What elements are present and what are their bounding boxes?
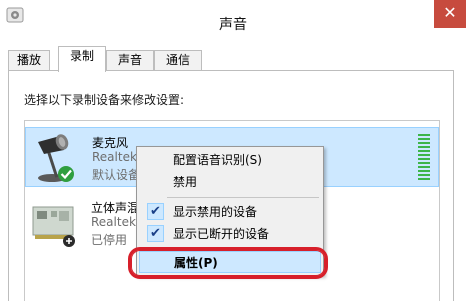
- window-title: 声音: [219, 17, 247, 33]
- menu-separator: [167, 197, 319, 198]
- tab-communications[interactable]: 通信: [154, 50, 202, 71]
- close-button[interactable]: ✕: [434, 0, 466, 28]
- device-driver: Realtek: [91, 215, 136, 229]
- menu-item-configure-speech-recognition[interactable]: 配置语音识别(S): [139, 149, 321, 171]
- instruction-text: 选择以下录制设备来修改设置:: [24, 93, 185, 107]
- level-meter: [418, 134, 430, 182]
- checkmark-icon: ✔: [147, 225, 164, 242]
- annotation-highlight-ring-inner: [131, 250, 325, 276]
- microphone-icon: [38, 134, 74, 182]
- menu-item-label: 显示禁用的设备: [173, 205, 258, 219]
- device-driver: Realtek: [92, 150, 137, 164]
- device-name: 立体声混: [91, 201, 140, 215]
- device-status: 已停用: [91, 233, 128, 247]
- checkmark-icon: ✔: [147, 203, 164, 220]
- device-name: 麦克风: [92, 136, 129, 150]
- tab-recording[interactable]: 录制: [58, 46, 106, 72]
- sound-card-icon: [32, 206, 75, 247]
- tab-strip: 播放 录制 声音 通信: [0, 44, 466, 72]
- menu-item-label: 配置语音识别(S): [173, 153, 262, 167]
- title-bar: 声音 ✕: [0, 0, 466, 44]
- menu-item-disable[interactable]: 禁用: [139, 171, 321, 193]
- tab-playback[interactable]: 播放: [8, 50, 50, 71]
- menu-item-show-disconnected-devices[interactable]: ✔ 显示已断开的设备: [139, 223, 321, 245]
- close-icon: ✕: [443, 3, 457, 22]
- menu-item-label: 显示已断开的设备: [173, 227, 270, 241]
- menu-item-show-disabled-devices[interactable]: ✔ 显示禁用的设备: [139, 201, 321, 223]
- tab-sounds[interactable]: 声音: [106, 50, 154, 71]
- menu-item-label: 禁用: [173, 175, 198, 189]
- device-status: 默认设备: [92, 168, 141, 182]
